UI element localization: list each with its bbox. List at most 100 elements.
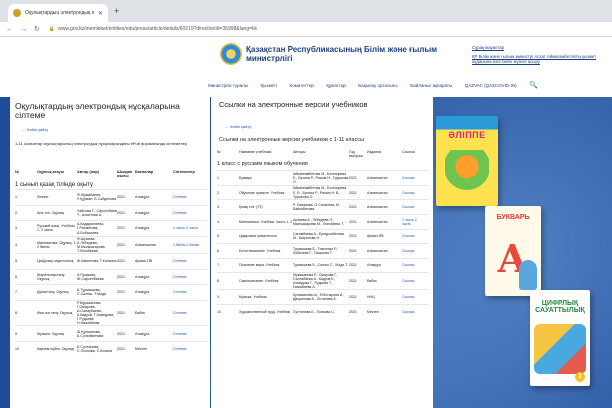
main-navigation: Министрлік туралы Қызметі Комитеттер Құж… [208, 77, 538, 95]
row-number: 10. [15, 347, 20, 352]
book-link[interactable]: Ссылка [402, 205, 424, 209]
row-number: 9. [217, 295, 220, 300]
book-link[interactable]: Сілтеме [173, 275, 203, 279]
table-row: 6. Жаратылыстану. Оқулық А.Пушкова, Ж.Сарс… [15, 268, 207, 285]
table-row: 9. Музыка. Оқулық Ш.Құлманова, Б.Сүлеймено… [15, 325, 207, 341]
row-number: 1. [15, 195, 18, 200]
book-title: Математика. Оқулық. 1, 2 бөлім [37, 240, 77, 249]
browser-tab[interactable]: Оқулықтардың электрондық н... ✕ [8, 4, 108, 22]
book-authors: Б.Тұрмашева, С.Салиш, Т.Мәди [77, 288, 107, 297]
page-title: Ссылки на электронные версии учебников [219, 100, 368, 109]
book-link[interactable]: 1 часть 2 часть [402, 218, 424, 226]
col-number: № [15, 170, 20, 174]
book-year: 2021 [117, 274, 125, 279]
url-field[interactable]: 🔒 www.gov.kz/memleket/entities/edu/press… [49, 26, 257, 32]
faq-link[interactable]: Сұрақ-жауаптар [472, 45, 602, 50]
back-arrow-icon[interactable]: ← [6, 26, 13, 33]
book-publisher: Мектеп [367, 309, 379, 314]
book-publisher: Атамұра [367, 263, 381, 268]
book-link[interactable]: Ссылка [402, 279, 424, 283]
book-year: 2021 [117, 210, 125, 215]
row-number: 8. [217, 279, 220, 284]
close-tab-icon[interactable]: ✕ [98, 10, 103, 17]
nav-item-documents[interactable]: Құжаттар [326, 83, 345, 88]
book-link[interactable]: Сілтеме [173, 195, 203, 199]
book-title: Жаратылыстану. Оқулық [37, 272, 66, 281]
forward-arrow-icon[interactable]: → [20, 26, 27, 33]
book-authors: Акпаева А., Лебедева Л., Мынжасарова М.,… [293, 217, 344, 226]
kazakh-textbooks-page: Оқулықтардың электрондық нұсқаларына сіл… [10, 97, 210, 408]
back-link[interactable]: ← Кейін қайту [225, 124, 251, 129]
col-link: Сілтемелер [173, 170, 195, 174]
page-title: Оқулықтардың электрондық нұсқаларына сіл… [15, 101, 180, 121]
book-link[interactable]: Ссылка [402, 176, 424, 180]
grade-badge: 1 [575, 372, 585, 382]
address-bar: ← → ↻ 🔒 www.gov.kz/memleket/entities/edu… [0, 22, 612, 37]
nav-item-control-center[interactable]: Бақылау орталығы [358, 83, 397, 88]
row-number: 9. [15, 331, 18, 336]
book-authors: Турмашева Б., Салиш С., Мәди Т. [293, 263, 348, 268]
book-authors: А.Пушкова, Ж.Сарсенбаева [77, 272, 104, 281]
book-link[interactable]: Сілтеме [173, 311, 203, 315]
book-authors: Сагимбаева А., Ермурзабетова М., Шарипов… [293, 232, 344, 241]
nav-item-activity[interactable]: Қызметі [261, 83, 277, 88]
row-number: 6. [217, 248, 220, 253]
book-title: Әліппе [37, 195, 49, 200]
col-year: Шыққан жылы [117, 170, 133, 178]
book-authors: Ә.Жұмабаева, Ұ.Құрман, Б.Сәбденова [77, 193, 117, 202]
table-row: 3. Қазақ тілі. (Т2) Р. Хазимова, О.Сальсев… [217, 199, 429, 214]
back-link[interactable]: ← Кейін қайту [22, 127, 48, 132]
row-number: 2. [217, 190, 220, 195]
book-authors: Мукажанова Р., Омарова Г., Салтабаева А.… [293, 273, 338, 290]
row-number: 8. [15, 311, 18, 315]
book-link[interactable]: Ссылка [402, 295, 424, 299]
table-header: № Название учебника Авторы Год выпуска И… [217, 149, 429, 159]
table-row: 5. Цифровая грамотность Сагимбаева А., Ерм… [217, 228, 429, 244]
textbooks-table: № Название учебника Авторы Год выпуска И… [217, 149, 429, 319]
book-link[interactable]: Сілтеме [173, 290, 203, 294]
nav-item-contacts[interactable]: Байланыс ақпараты [410, 83, 452, 88]
book-authors: Р.Мұқажанова, Г.Омарова, А.Салаубаева, К… [77, 300, 114, 326]
book-publisher: Атамұра [135, 195, 150, 200]
nav-item-qazvac[interactable]: QAZVAC (QAZCOVID-IN) [465, 83, 517, 88]
new-tab-icon[interactable]: + [114, 6, 119, 16]
textbooks-table: № Оқулық атауы Автор (лар) Шыққан жылы Б… [15, 169, 207, 356]
book-link[interactable]: Сілтеме [173, 259, 203, 263]
book-publisher: Арман-ПВ [135, 259, 153, 264]
book-link[interactable]: Сілтеме [173, 211, 203, 215]
book-link[interactable]: Сілтеме [173, 347, 203, 351]
book-year: 2021 [349, 175, 357, 180]
table-row: 5. Цифрлық сауаттылық Ж.Көшенова, Г.Колсин… [15, 253, 207, 269]
row-number: 4. [15, 242, 18, 247]
russian-textbooks-page: Ссылки на электронные версии учебников ←… [211, 97, 433, 408]
table-row: 8. Өзін-өзі тану. Оқулық Р.Мұқажанова, Г.О… [15, 299, 207, 326]
reload-icon[interactable]: ↻ [34, 25, 40, 33]
book-link[interactable]: 1 часть 2 часть [173, 226, 203, 230]
child-illustration [519, 260, 537, 290]
minister-link[interactable]: ҚР Білім және ғылым министрі Асхат Аймағ… [472, 54, 602, 64]
ministry-title: Қазақстан Республикасының Білім және ғыл… [246, 45, 438, 64]
nav-item-about[interactable]: Министрлік туралы [208, 83, 248, 88]
book-title: Художественный труд. Учебник [239, 309, 291, 314]
book-link[interactable]: 1 бөлім 2 бөлім [173, 243, 203, 247]
book-link[interactable]: Сілтеме [173, 332, 203, 336]
book-year: 2021 [349, 279, 357, 284]
book-year: 2021 [117, 259, 125, 264]
section-heading: Ссылки на электронные версии учебников с… [219, 137, 365, 143]
book-link[interactable]: Ссылка [402, 249, 424, 253]
book-publisher: Алматыкітап [135, 242, 157, 247]
table-row: 7. Дүниетану. Оқулық Б.Тұрмашева, С.Салиш,… [15, 284, 207, 300]
site-header: Қазақстан Республикасының Білім және ғыл… [0, 37, 612, 97]
state-emblem-icon [220, 43, 242, 65]
book-link[interactable]: Ссылка [402, 263, 424, 267]
nav-item-committees[interactable]: Комитеттер [290, 83, 314, 88]
row-number: 5. [15, 259, 18, 264]
search-icon[interactable]: 🔍 [529, 82, 538, 90]
book-link[interactable]: Ссылка [402, 234, 424, 238]
book-link[interactable]: Ссылка [402, 310, 424, 314]
book-link[interactable]: Ссылка [402, 191, 424, 195]
book-publisher: Алматыкітап [367, 248, 388, 253]
book-year: 2021 [117, 226, 125, 231]
book-year: 2021 [349, 263, 357, 268]
bukvar-textbook-cover: БУКВАРЬ А [485, 206, 541, 296]
